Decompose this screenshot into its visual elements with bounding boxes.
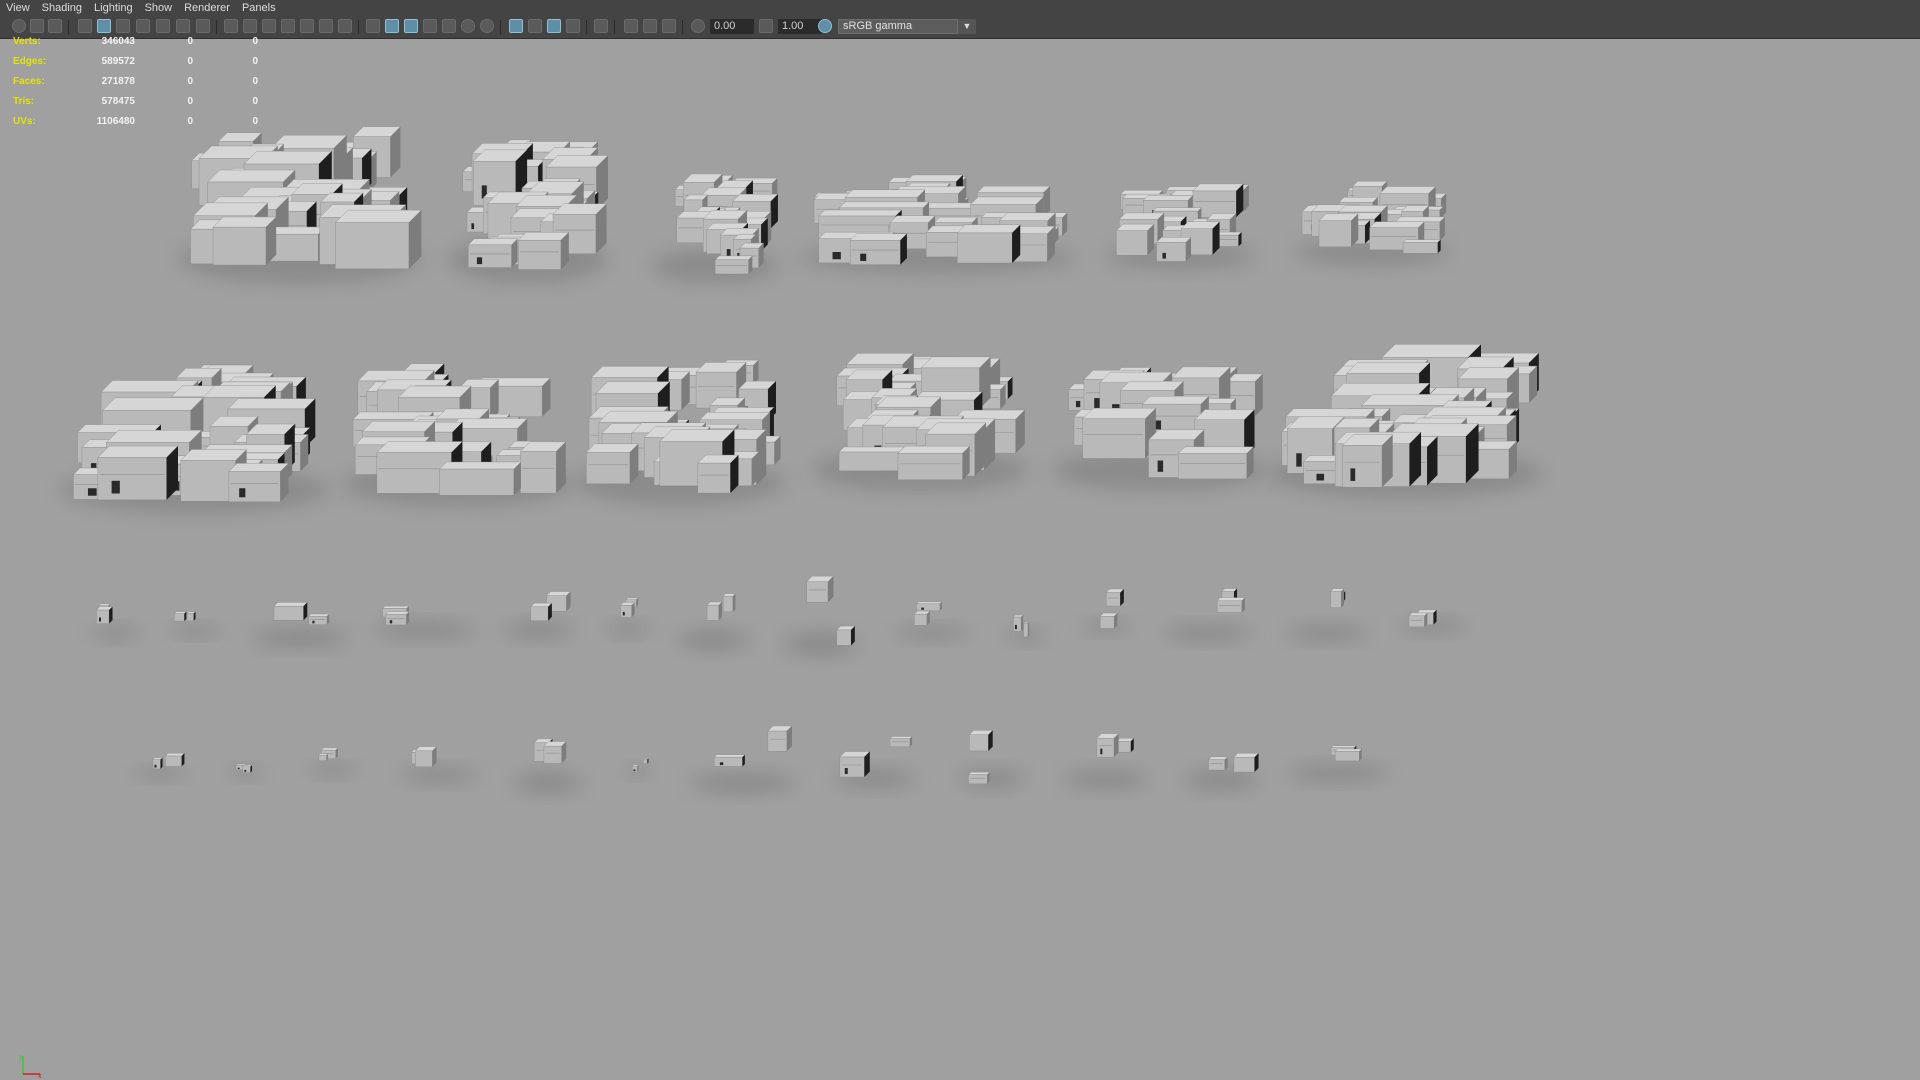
house-small-5[interactable]: [503, 591, 573, 639]
house-tiny-8[interactable]: [835, 736, 915, 789]
building-cluster-large-2[interactable]: [448, 139, 609, 284]
house-small-8[interactable]: [784, 575, 858, 657]
house-tiny-1[interactable]: [134, 753, 186, 780]
house-small-7[interactable]: [677, 593, 749, 651]
house-small-10[interactable]: [1009, 614, 1043, 644]
house-tiny-9[interactable]: [960, 730, 1024, 789]
house-tiny-3[interactable]: [309, 747, 357, 777]
building-cluster-medium-4[interactable]: [812, 353, 1028, 492]
axis-y-label: y: [19, 1054, 23, 1061]
building-cluster-large-3[interactable]: [651, 173, 779, 284]
building-cluster-medium-3[interactable]: [575, 359, 785, 506]
house-small-9[interactable]: [895, 601, 969, 641]
house-small-1[interactable]: [91, 603, 139, 641]
building-cluster-large-1[interactable]: [179, 126, 422, 285]
house-small-14[interactable]: [1401, 609, 1465, 634]
house-small-12[interactable]: [1165, 588, 1249, 642]
house-small-2[interactable]: [170, 611, 220, 637]
house-tiny-7[interactable]: [690, 725, 796, 794]
house-tiny-2[interactable]: [231, 763, 261, 779]
house-tiny-12[interactable]: [1288, 745, 1388, 782]
house-small-3[interactable]: [251, 602, 349, 648]
building-cluster-large-4[interactable]: [800, 174, 1076, 274]
viewport-scene[interactable]: [0, 0, 1920, 1080]
axis-x-label: x: [38, 1073, 42, 1078]
house-tiny-5[interactable]: [513, 738, 583, 794]
house-tiny-6[interactable]: [627, 758, 649, 777]
house-tiny-11[interactable]: [1185, 753, 1259, 791]
building-cluster-medium-2[interactable]: [342, 363, 574, 507]
house-tiny-10[interactable]: [1064, 733, 1148, 790]
building-cluster-medium-6[interactable]: [1267, 344, 1543, 499]
house-small-4[interactable]: [375, 605, 475, 639]
house-tiny-4[interactable]: [401, 746, 477, 784]
building-cluster-large-5[interactable]: [1105, 183, 1255, 270]
building-cluster-medium-5[interactable]: [1052, 366, 1268, 491]
building-cluster-medium-1[interactable]: [60, 364, 330, 514]
house-small-13[interactable]: [1287, 588, 1367, 642]
axis-gizmo: y x: [19, 1054, 42, 1078]
house-small-11[interactable]: [1084, 588, 1128, 634]
building-cluster-large-6[interactable]: [1295, 181, 1449, 266]
house-small-6[interactable]: [608, 597, 648, 637]
